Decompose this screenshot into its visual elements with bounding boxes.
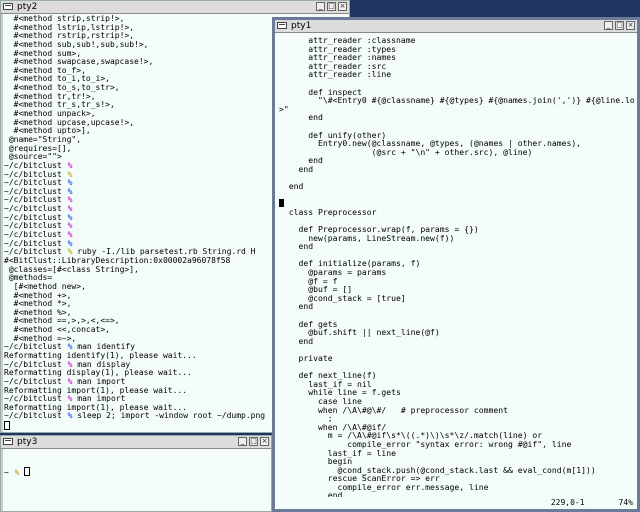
prompt-symbol: % [67, 204, 73, 214]
close-icon[interactable]: × [260, 437, 269, 446]
prompt-symbol: % [67, 195, 73, 205]
code-line: end [279, 490, 343, 497]
command-text: man import [72, 376, 126, 386]
command-text: man identify [72, 342, 136, 352]
prompt-path: ~/c/bitclust [4, 160, 67, 170]
prompt-path: ~/c/bitclust [4, 169, 67, 179]
command-text: sleep 2; import -window root ~/dump.png [72, 411, 266, 421]
code-line: attr_reader :line [279, 69, 392, 80]
prompt-symbol: % [67, 178, 73, 188]
code-line: end [279, 241, 314, 252]
minimize-icon[interactable]: _ [238, 437, 247, 446]
text-cursor [4, 421, 10, 430]
close-icon[interactable]: × [338, 2, 347, 11]
code-line: end [279, 335, 314, 346]
titlebar-pty2[interactable]: pty2 _ □ × [1, 1, 349, 14]
window-title: pty1 [291, 21, 312, 31]
text-cursor [24, 467, 31, 477]
terminal-output[interactable]: ~ % [4, 450, 268, 509]
prompt-path: ~/c/bitclust [4, 230, 67, 240]
window-title: pty3 [17, 437, 38, 447]
prompt-symbol: % [14, 468, 20, 478]
window-menu-icon[interactable] [3, 3, 13, 10]
code-line: "\#<Entry0 #{@classname} #{@types} #{@na… [279, 95, 634, 106]
scrollbar[interactable] [1, 14, 3, 432]
code-line: end [279, 155, 323, 166]
prompt-symbol: % [67, 238, 73, 248]
code-line: >" [279, 103, 289, 114]
scroll-percent: 74% [618, 498, 633, 507]
prompt-path: ~/c/bitclust [4, 359, 67, 369]
prompt-path: ~/c/bitclust [4, 221, 67, 231]
cursor-position: 229,0-1 [550, 498, 585, 507]
prompt-symbol: % [67, 169, 73, 179]
titlebar-pty1[interactable]: pty1 _ □ × [275, 20, 637, 33]
prompt-symbol: % [67, 230, 73, 240]
terminal-window-pty3[interactable]: pty3 _ □ × ~ % [0, 435, 272, 512]
prompt-path: ~/c/bitclust [4, 186, 67, 196]
prompt-symbol: % [67, 186, 73, 196]
prompt-line: ~ % [4, 467, 268, 478]
window-title: pty2 [17, 2, 38, 12]
prompt-path: ~/c/bitclust [4, 238, 67, 248]
prompt-path: ~/c/bitclust [4, 178, 67, 188]
command-text: man display [72, 359, 131, 369]
window-menu-icon[interactable] [277, 22, 287, 29]
titlebar-pty3[interactable]: pty3 _ □ × [1, 436, 271, 449]
prompt-path: ~/c/bitclust [4, 195, 67, 205]
code-line: end [279, 112, 323, 123]
code-line: class Preprocessor [279, 206, 377, 217]
code-line: end [279, 181, 304, 192]
scrollbar[interactable] [1, 449, 3, 511]
code-line: private [279, 352, 333, 363]
vim-status-line: 229,0-1 74% [551, 498, 633, 508]
code-line: end [279, 301, 314, 312]
minimize-icon[interactable]: _ [604, 21, 613, 30]
terminal-window-pty1[interactable]: pty1 _ □ × attr_reader :classname attr_r… [272, 17, 640, 512]
prompt-path: ~/c/bitclust [4, 247, 67, 257]
code-line: @cond_stack = [true] [279, 292, 406, 303]
editor-buffer[interactable]: attr_reader :classname attr_reader :type… [279, 36, 634, 497]
command-text: ruby -I./lib parsetest.rb String.rd H [72, 247, 256, 257]
prompt-symbol: % [67, 212, 73, 222]
window-menu-icon[interactable] [3, 438, 13, 445]
prompt-path: ~/c/bitclust [4, 376, 67, 386]
prompt-path: ~ [4, 468, 14, 478]
code-line: (@src + "\n" + other.src), @line) [279, 146, 533, 157]
prompt-path: ~/c/bitclust [4, 204, 67, 214]
prompt-path: ~/c/bitclust [4, 411, 67, 421]
command-text: man import [72, 394, 126, 404]
code-line: end [279, 163, 314, 174]
maximize-icon[interactable]: □ [615, 21, 624, 30]
code-line: @buf.shift || next_line(@f) [279, 327, 440, 338]
maximize-icon[interactable]: □ [249, 437, 258, 446]
code-line: new(params, LineStream.new(f)) [279, 232, 455, 243]
prompt-path: ~/c/bitclust [4, 342, 67, 352]
close-icon[interactable]: × [626, 21, 635, 30]
prompt-path: ~/c/bitclust [4, 212, 67, 222]
prompt-path: ~/c/bitclust [4, 394, 67, 404]
prompt-symbol: % [67, 160, 73, 170]
maximize-icon[interactable]: □ [327, 2, 336, 11]
minimize-icon[interactable]: _ [316, 2, 325, 11]
prompt-symbol: % [67, 221, 73, 231]
